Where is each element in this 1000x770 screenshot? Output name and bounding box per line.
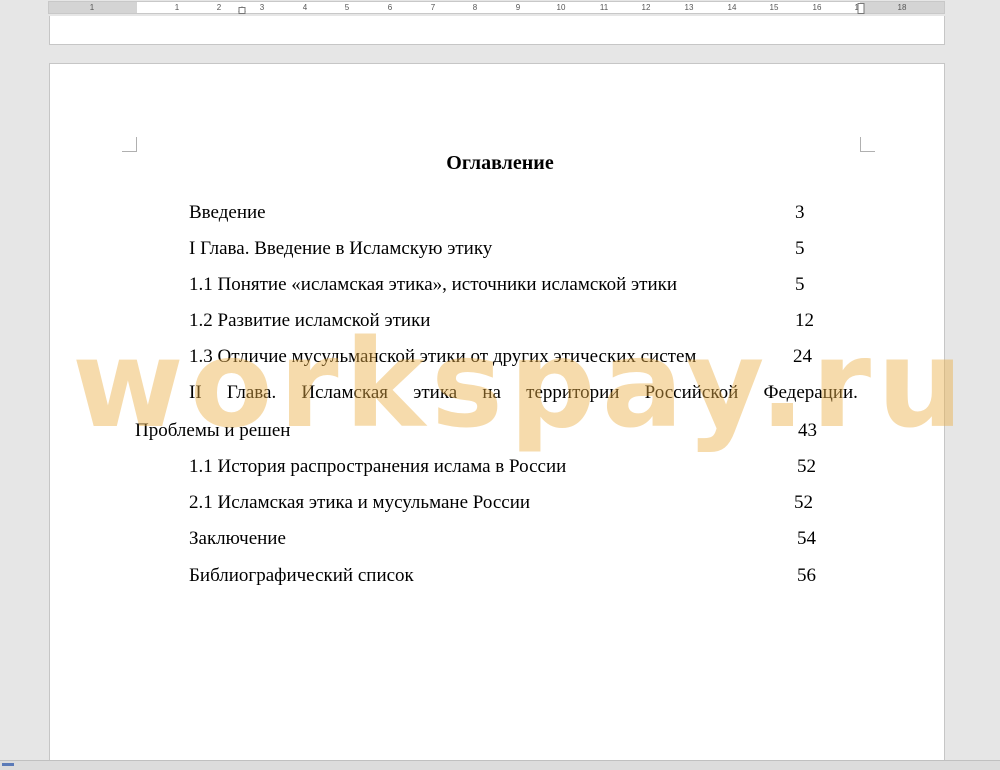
ruler-number: 9 bbox=[515, 3, 521, 12]
ruler-number: 5 bbox=[344, 3, 350, 12]
toc-word: территории bbox=[526, 382, 620, 403]
toc-entry: I Глава. Введение в Исламскую этику bbox=[189, 238, 493, 259]
toc-entry: 1.2 Развитие исламской этики bbox=[189, 310, 431, 331]
toc-entry: 1.3 Отличие мусульманской этики от други… bbox=[189, 346, 697, 367]
toc-title: Оглавление bbox=[446, 152, 554, 174]
toc-page-number: 3 bbox=[795, 202, 805, 223]
ruler-number: 15 bbox=[769, 3, 779, 12]
ruler-number: 10 bbox=[556, 3, 566, 12]
toc-entry: 1.1 Понятие «исламская этика», источники… bbox=[189, 274, 678, 295]
toc-word: Федерации. bbox=[763, 382, 858, 403]
toc-word: Исламская bbox=[301, 382, 389, 403]
ruler-number: 3 bbox=[259, 3, 265, 12]
ruler-strip[interactable]: 1 1 2 3 4 5 6 7 8 9 10 11 12 13 14 15 16… bbox=[48, 1, 945, 14]
toc-page-number: 24 bbox=[793, 346, 812, 367]
toc-entry-continuation: Проблемы и решен bbox=[135, 420, 291, 441]
toc-page-number: 5 bbox=[795, 238, 805, 259]
toc-page-number: 52 bbox=[797, 456, 816, 477]
toc-entry: 2.1 Исламская этика и мусульмане России bbox=[189, 492, 531, 513]
ruler-number: 7 bbox=[430, 3, 436, 12]
toc-word: этика bbox=[413, 382, 458, 403]
toc-entry: Заключение bbox=[189, 528, 286, 549]
toc-page-number: 12 bbox=[795, 310, 814, 331]
horizontal-ruler[interactable]: 1 1 2 3 4 5 6 7 8 9 10 11 12 13 14 15 16… bbox=[0, 0, 1000, 16]
crop-mark-top-left bbox=[122, 137, 137, 152]
ruler-number: 14 bbox=[727, 3, 737, 12]
toc-entry: Введение bbox=[189, 202, 266, 223]
toc-entry: 1.1 История распространения ислама в Рос… bbox=[189, 456, 567, 477]
toc-word: Глава. bbox=[226, 382, 277, 403]
toc-word: Российской bbox=[644, 382, 739, 403]
right-indent-icon[interactable] bbox=[857, 3, 865, 14]
ruler-number: 4 bbox=[302, 3, 308, 12]
ruler-number: 1 bbox=[174, 3, 180, 12]
ruler-number: 11 bbox=[599, 3, 609, 12]
toc-page-number: 54 bbox=[797, 528, 816, 549]
ruler-number: 16 bbox=[812, 3, 822, 12]
toc-page-number: 43 bbox=[798, 420, 817, 441]
scrollbar-thumb[interactable] bbox=[2, 763, 14, 766]
toc-entry-chapter-2: II Глава. Исламская этика на территории … bbox=[189, 382, 858, 404]
toc-page-number: 56 bbox=[797, 565, 816, 586]
previous-page bbox=[49, 16, 945, 45]
toc-word: II bbox=[189, 382, 202, 403]
toc-page-number: 52 bbox=[794, 492, 813, 513]
ruler-number: 2 bbox=[216, 3, 222, 12]
ruler-number: 12 bbox=[641, 3, 651, 12]
toc-page-number: 5 bbox=[795, 274, 805, 295]
toc-entry: Библиографический список bbox=[189, 565, 414, 586]
ruler-number: 8 bbox=[472, 3, 478, 12]
ruler-number: 18 bbox=[897, 3, 907, 12]
hanging-indent-icon[interactable] bbox=[238, 7, 246, 14]
ruler-number: 13 bbox=[684, 3, 694, 12]
horizontal-scrollbar[interactable] bbox=[0, 760, 1000, 770]
toc-word: на bbox=[482, 382, 501, 403]
ruler-number: 1 bbox=[89, 3, 95, 12]
ruler-number: 6 bbox=[387, 3, 393, 12]
crop-mark-top-right bbox=[860, 137, 875, 152]
